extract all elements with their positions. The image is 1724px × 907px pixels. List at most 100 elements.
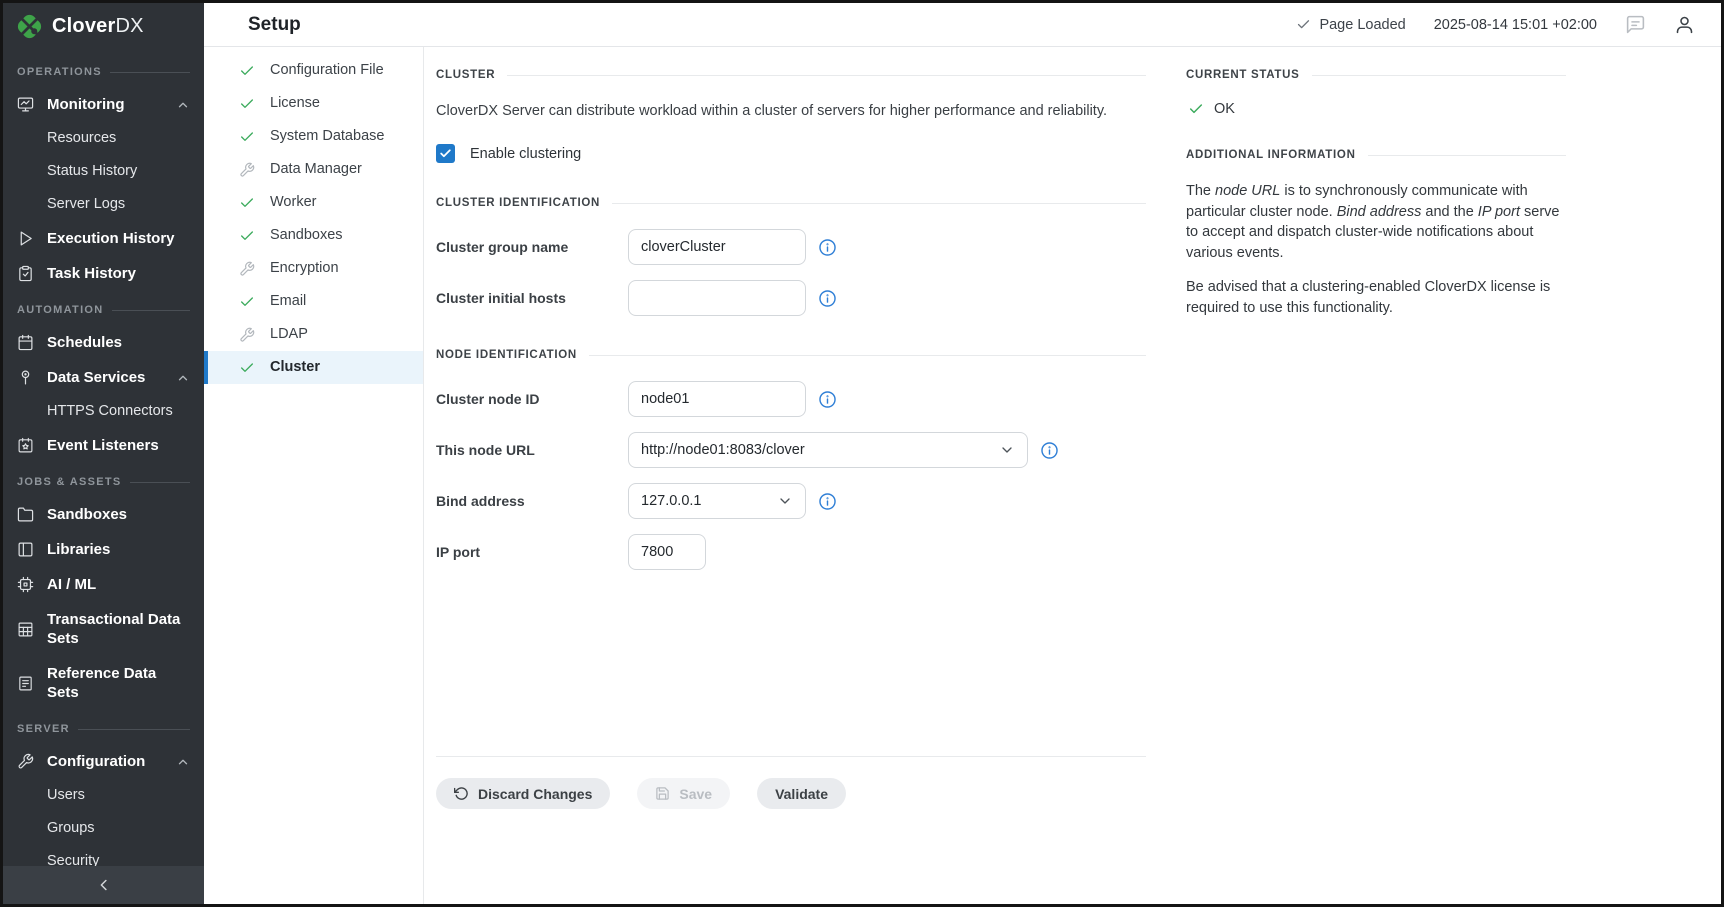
cluster-node-id-label: Cluster node ID <box>436 391 628 407</box>
info-icon[interactable] <box>818 289 837 308</box>
clipboard-icon <box>17 265 34 282</box>
chevron-down-icon <box>777 493 793 509</box>
check-icon <box>239 294 255 310</box>
sidebar-item-reference-data-sets[interactable]: Reference Data Sets <box>3 656 204 710</box>
sidebar-item-security[interactable]: Security <box>3 845 204 866</box>
undo-icon <box>454 786 469 801</box>
save-icon <box>655 786 670 801</box>
enable-clustering-label: Enable clustering <box>470 146 581 162</box>
sidebar-item-sandboxes[interactable]: Sandboxes <box>3 497 204 532</box>
user-icon <box>1674 14 1695 35</box>
wrench-icon <box>17 753 34 770</box>
topbar: Setup Page Loaded 2025-08-14 15:01 +02:0… <box>204 3 1721 47</box>
setup-step-sandboxes[interactable]: Sandboxes <box>204 219 423 252</box>
sidebar-item-event-listeners[interactable]: Event Listeners <box>3 428 204 463</box>
check-icon <box>239 228 255 244</box>
sidebar-item-users[interactable]: Users <box>3 779 204 812</box>
cluster-group-name-input[interactable] <box>628 229 806 265</box>
sidebar-item-task-history[interactable]: Task History <box>3 256 204 291</box>
status-panel: CURRENT STATUS OK ADDITIONAL INFORMATION… <box>1186 47 1566 904</box>
setup-step-cluster[interactable]: Cluster <box>204 351 423 384</box>
ip-port-label: IP port <box>436 544 628 560</box>
chevron-left-icon <box>95 876 113 894</box>
setup-step-email[interactable]: Email <box>204 285 423 318</box>
cluster-identification-header: CLUSTER IDENTIFICATION <box>436 197 1146 209</box>
info-icon[interactable] <box>818 492 837 511</box>
calendar-icon <box>17 334 34 351</box>
form-actions: Discard Changes Save Validate <box>436 778 1146 809</box>
node-identification-header: NODE IDENTIFICATION <box>436 349 1146 361</box>
sidebar-item-transactional-data-sets[interactable]: Transactional Data Sets <box>3 602 204 656</box>
sidebar-item-ai-ml[interactable]: AI / ML <box>3 567 204 602</box>
sidebar-item-resources[interactable]: Resources <box>3 122 204 155</box>
sidebar-item-https-connectors[interactable]: HTTPS Connectors <box>3 395 204 428</box>
sidebar-item-monitoring[interactable]: Monitoring <box>3 87 204 122</box>
feedback-button[interactable] <box>1625 14 1646 35</box>
check-icon <box>239 63 255 79</box>
sidebar-item-configuration[interactable]: Configuration <box>3 744 204 779</box>
app-window: CloverDX OPERATIONS Monitoring Resources… <box>0 0 1724 907</box>
sidebar-item-status-history[interactable]: Status History <box>3 155 204 188</box>
setup-step-worker[interactable]: Worker <box>204 186 423 219</box>
chevron-up-icon <box>176 755 190 769</box>
info-icon[interactable] <box>818 390 837 409</box>
sidebar-collapse-button[interactable] <box>3 866 204 904</box>
cluster-settings-form: CLUSTER CloverDX Server can distribute w… <box>424 47 1146 904</box>
sidebar-item-data-services[interactable]: Data Services <box>3 360 204 395</box>
enable-clustering-checkbox[interactable] <box>436 144 455 163</box>
setup-step-data-manager[interactable]: Data Manager <box>204 153 423 186</box>
cluster-initial-hosts-input[interactable] <box>628 280 806 316</box>
section-label-operations: OPERATIONS <box>3 53 204 87</box>
monitor-icon <box>17 96 34 113</box>
check-icon <box>1296 17 1311 32</box>
brand-name: CloverDX <box>52 15 144 38</box>
bind-address-select[interactable]: 127.0.0.1 <box>628 483 806 519</box>
sidebar-item-groups[interactable]: Groups <box>3 812 204 845</box>
info-icon[interactable] <box>818 238 837 257</box>
page-title: Setup <box>248 14 301 36</box>
sidebar-item-libraries[interactable]: Libraries <box>3 532 204 567</box>
setup-step-configuration-file[interactable]: Configuration File <box>204 54 423 87</box>
node-url-label: This node URL <box>436 442 628 458</box>
grid-table-icon <box>17 621 34 638</box>
check-icon <box>239 360 255 376</box>
additional-info-paragraph: The node URL is to synchronously communi… <box>1186 181 1566 263</box>
sandbox-icon <box>17 506 34 523</box>
setup-step-system-database[interactable]: System Database <box>204 120 423 153</box>
sidebar-item-server-logs[interactable]: Server Logs <box>3 188 204 221</box>
cloverdx-logo[interactable]: CloverDX <box>3 3 204 49</box>
info-icon[interactable] <box>1040 441 1059 460</box>
discard-changes-button[interactable]: Discard Changes <box>436 778 610 809</box>
sidebar-item-execution-history[interactable]: Execution History <box>3 221 204 256</box>
node-url-select[interactable]: http://node01:8083/clover <box>628 432 1028 468</box>
current-status-header: CURRENT STATUS <box>1186 69 1566 81</box>
ip-port-input[interactable] <box>628 534 706 570</box>
chevron-down-icon <box>999 442 1015 458</box>
chevron-up-icon <box>176 371 190 385</box>
section-label-server: SERVER <box>3 710 204 744</box>
sidebar: CloverDX OPERATIONS Monitoring Resources… <box>3 3 204 904</box>
additional-information-header: ADDITIONAL INFORMATION <box>1186 149 1566 161</box>
validate-button[interactable]: Validate <box>757 778 846 809</box>
sidebar-item-schedules[interactable]: Schedules <box>3 325 204 360</box>
check-icon <box>1188 101 1204 117</box>
section-label-jobs-assets: JOBS & ASSETS <box>3 463 204 497</box>
status-ok: OK <box>1188 101 1566 117</box>
bind-address-label: Bind address <box>436 493 628 509</box>
cluster-initial-hosts-label: Cluster initial hosts <box>436 290 628 306</box>
setup-step-encryption[interactable]: Encryption <box>204 252 423 285</box>
wrench-icon <box>239 261 255 277</box>
wrench-icon <box>239 327 255 343</box>
section-label-automation: AUTOMATION <box>3 291 204 325</box>
cluster-node-id-input[interactable] <box>628 381 806 417</box>
cluster-description: CloverDX Server can distribute workload … <box>436 101 1146 121</box>
enable-clustering-row: Enable clustering <box>436 144 1146 163</box>
page-loaded-status: Page Loaded <box>1296 17 1405 33</box>
save-button[interactable]: Save <box>637 778 730 809</box>
server-timestamp: 2025-08-14 15:01 +02:00 <box>1434 17 1597 33</box>
setup-step-ldap[interactable]: LDAP <box>204 318 423 351</box>
setup-step-license[interactable]: License <box>204 87 423 120</box>
library-icon <box>17 541 34 558</box>
license-notice-paragraph: Be advised that a clustering-enabled Clo… <box>1186 277 1566 318</box>
user-menu-button[interactable] <box>1674 14 1695 35</box>
